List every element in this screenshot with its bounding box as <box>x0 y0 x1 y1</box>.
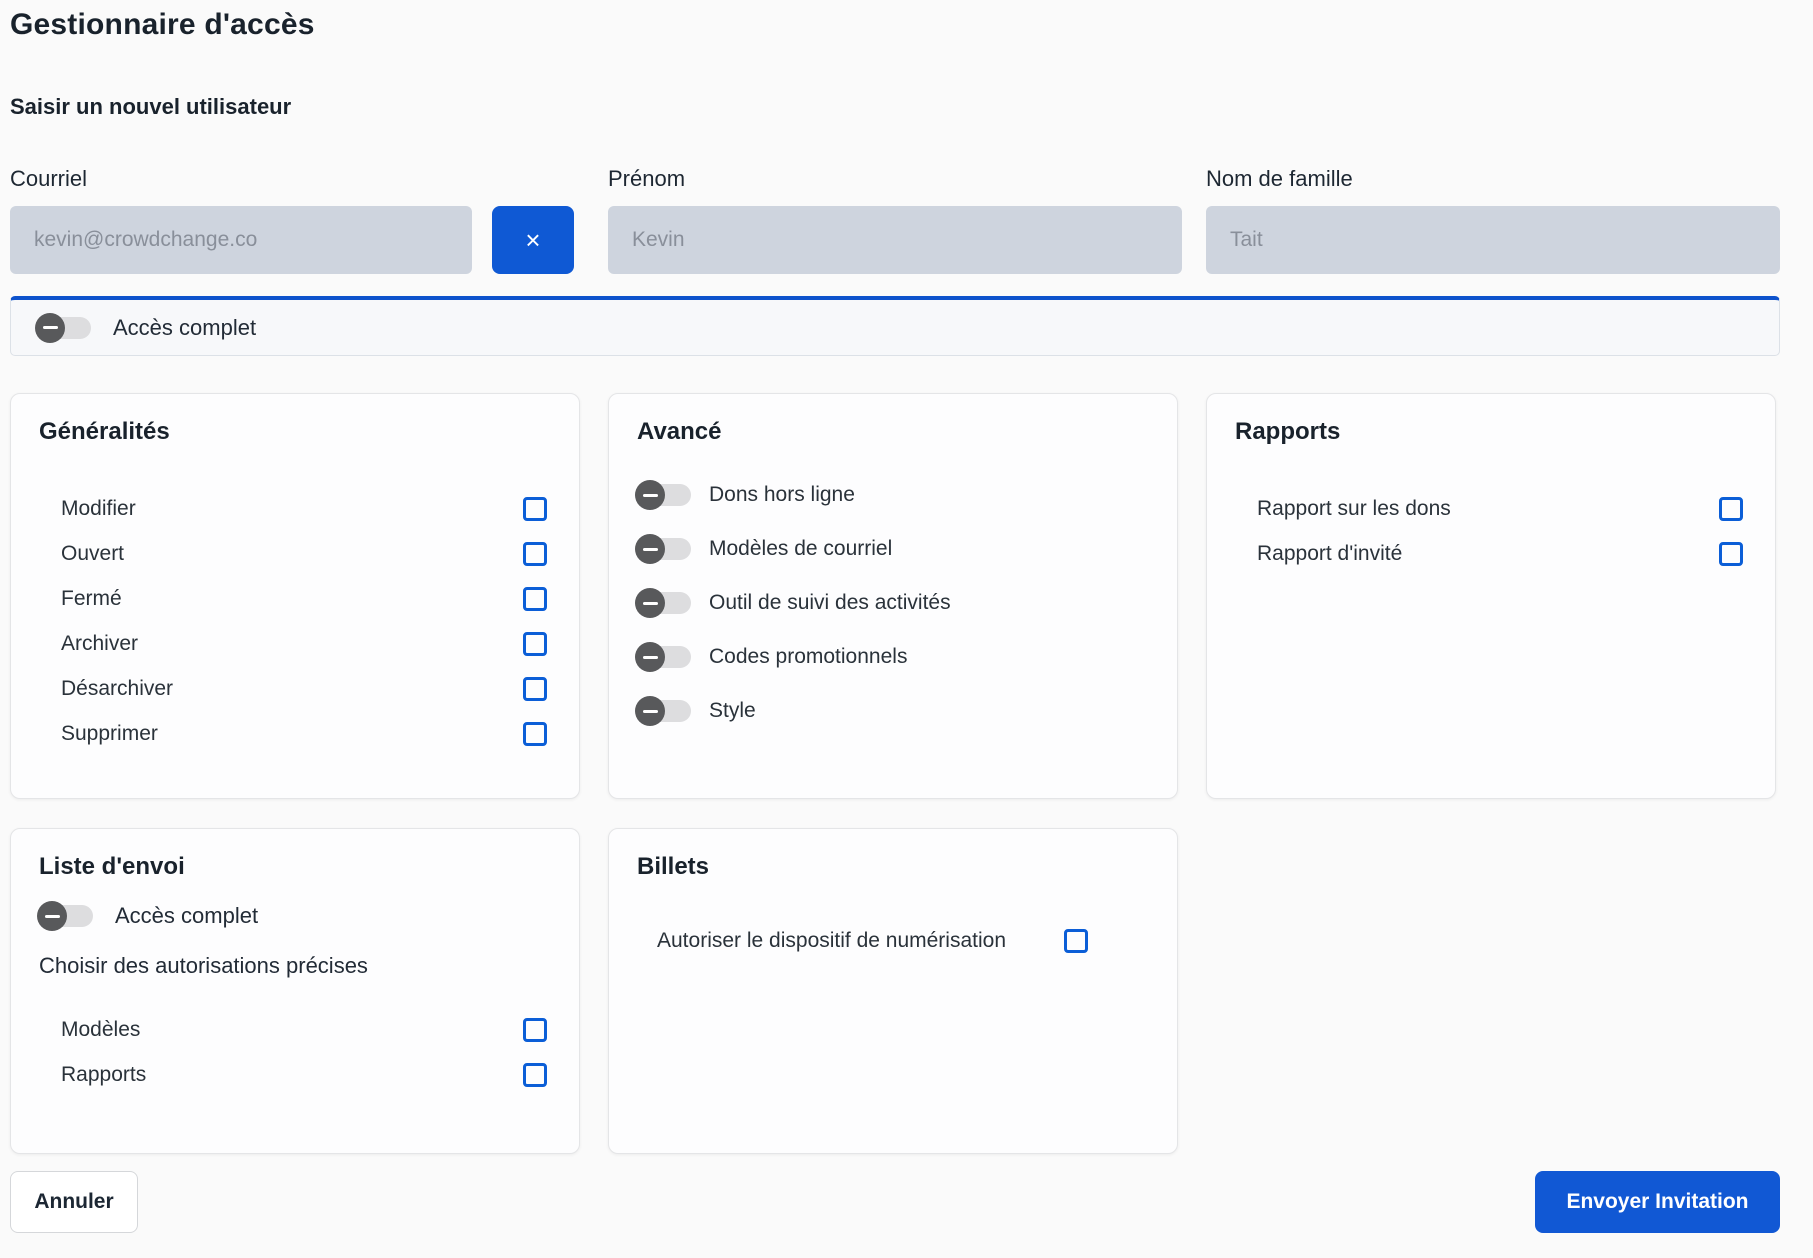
permission-row: Codes promotionnels <box>637 630 1149 684</box>
first-name-label: Prénom <box>608 166 1182 192</box>
toggle-style[interactable] <box>637 700 691 722</box>
toggle-minus-icon <box>643 710 658 713</box>
checkbox-dispositif-numerisation[interactable] <box>1064 929 1088 953</box>
permission-row: Fermé <box>39 576 551 621</box>
permission-row: Dons hors ligne <box>637 468 1149 522</box>
first-name-field[interactable] <box>608 206 1182 274</box>
choose-permissions-text: Choisir des autorisations précises <box>39 953 551 979</box>
clear-email-button[interactable]: × <box>492 206 574 274</box>
permission-label: Autoriser le dispositif de numérisation <box>657 929 1006 953</box>
permission-label: Rapports <box>61 1063 146 1087</box>
toggle-knob <box>635 588 665 618</box>
checkbox-ouvert[interactable] <box>523 542 547 566</box>
permission-label: Modifier <box>61 497 136 521</box>
permission-label: Style <box>709 699 756 723</box>
toggle-knob <box>635 642 665 672</box>
mailing-full-access-row: Accès complet <box>39 903 551 929</box>
toggle-knob <box>37 901 67 931</box>
permission-label: Ouvert <box>61 542 124 566</box>
checkbox-rapport-invite[interactable] <box>1719 542 1743 566</box>
toggle-knob <box>635 696 665 726</box>
last-name-label: Nom de famille <box>1206 166 1780 192</box>
permission-label: Codes promotionnels <box>709 645 907 669</box>
toggle-modeles-courriel[interactable] <box>637 538 691 560</box>
card-title: Généralités <box>39 418 551 446</box>
permission-row: Modifier <box>39 486 551 531</box>
permission-row: Rapport d'invité <box>1235 531 1747 576</box>
last-name-field[interactable] <box>1206 206 1780 274</box>
permission-label: Dons hors ligne <box>709 483 855 507</box>
email-field[interactable] <box>10 206 472 274</box>
permission-row: Modèles de courriel <box>637 522 1149 576</box>
card-title: Avancé <box>637 418 1149 446</box>
cancel-button[interactable]: Annuler <box>10 1171 138 1233</box>
toggle-minus-icon <box>643 602 658 605</box>
toggle-knob <box>35 313 65 343</box>
permission-row: Outil de suivi des activités <box>637 576 1149 630</box>
send-invitation-button[interactable]: Envoyer Invitation <box>1535 1171 1780 1233</box>
permission-label: Désarchiver <box>61 677 173 701</box>
full-access-toggle[interactable] <box>37 317 91 339</box>
permission-row: Désarchiver <box>39 666 551 711</box>
checkbox-rapports[interactable] <box>523 1063 547 1087</box>
checkbox-rapport-dons[interactable] <box>1719 497 1743 521</box>
checkbox-supprimer[interactable] <box>523 722 547 746</box>
card-general: Généralités Modifier Ouvert Fermé Archiv… <box>10 393 580 799</box>
permission-label: Outil de suivi des activités <box>709 591 951 615</box>
full-access-label: Accès complet <box>113 315 256 341</box>
card-title: Rapports <box>1235 418 1747 446</box>
toggle-codes-promo[interactable] <box>637 646 691 668</box>
card-title: Billets <box>637 853 1149 881</box>
permission-row: Modèles <box>39 1007 551 1052</box>
permission-row: Rapport sur les dons <box>1235 486 1747 531</box>
permission-row: Supprimer <box>39 711 551 756</box>
email-label: Courriel <box>10 166 472 192</box>
checkbox-ferme[interactable] <box>523 587 547 611</box>
toggle-minus-icon <box>643 548 658 551</box>
toggle-minus-icon <box>45 915 60 918</box>
new-user-form: Courriel × Prénom Nom de famille <box>10 166 1780 274</box>
permission-label: Modèles de courriel <box>709 537 892 561</box>
permission-row: Autoriser le dispositif de numérisation <box>637 929 1149 953</box>
close-icon: × <box>525 225 540 256</box>
permission-row: Ouvert <box>39 531 551 576</box>
new-user-subtitle: Saisir un nouvel utilisateur <box>10 94 1780 120</box>
permission-label: Rapport d'invité <box>1257 542 1402 566</box>
card-tickets: Billets Autoriser le dispositif de numér… <box>608 828 1178 1154</box>
page-title: Gestionnaire d'accès <box>10 8 1780 42</box>
card-title: Liste d'envoi <box>39 853 551 881</box>
toggle-minus-icon <box>643 656 658 659</box>
permission-label: Archiver <box>61 632 138 656</box>
toggle-minus-icon <box>43 326 58 329</box>
checkbox-modeles[interactable] <box>523 1018 547 1042</box>
toggle-suivi-activites[interactable] <box>637 592 691 614</box>
toggle-dons-hors-ligne[interactable] <box>637 484 691 506</box>
card-mailing-list: Liste d'envoi Accès complet Choisir des … <box>10 828 580 1154</box>
full-access-bar: Accès complet <box>10 296 1780 356</box>
checkbox-archiver[interactable] <box>523 632 547 656</box>
permission-row: Rapports <box>39 1052 551 1097</box>
card-advanced: Avancé Dons hors ligne Modèles de courri… <box>608 393 1178 799</box>
permission-label: Modèles <box>61 1018 140 1042</box>
permission-label: Rapport sur les dons <box>1257 497 1451 521</box>
toggle-minus-icon <box>643 494 658 497</box>
mailing-full-access-label: Accès complet <box>115 903 258 929</box>
checkbox-modifier[interactable] <box>523 497 547 521</box>
toggle-knob <box>635 480 665 510</box>
permission-row: Archiver <box>39 621 551 666</box>
toggle-knob <box>635 534 665 564</box>
mailing-full-access-toggle[interactable] <box>39 905 93 927</box>
card-reports: Rapports Rapport sur les dons Rapport d'… <box>1206 393 1776 799</box>
permission-label: Fermé <box>61 587 122 611</box>
checkbox-desarchiver[interactable] <box>523 677 547 701</box>
permission-row: Style <box>637 684 1149 738</box>
permission-label: Supprimer <box>61 722 158 746</box>
